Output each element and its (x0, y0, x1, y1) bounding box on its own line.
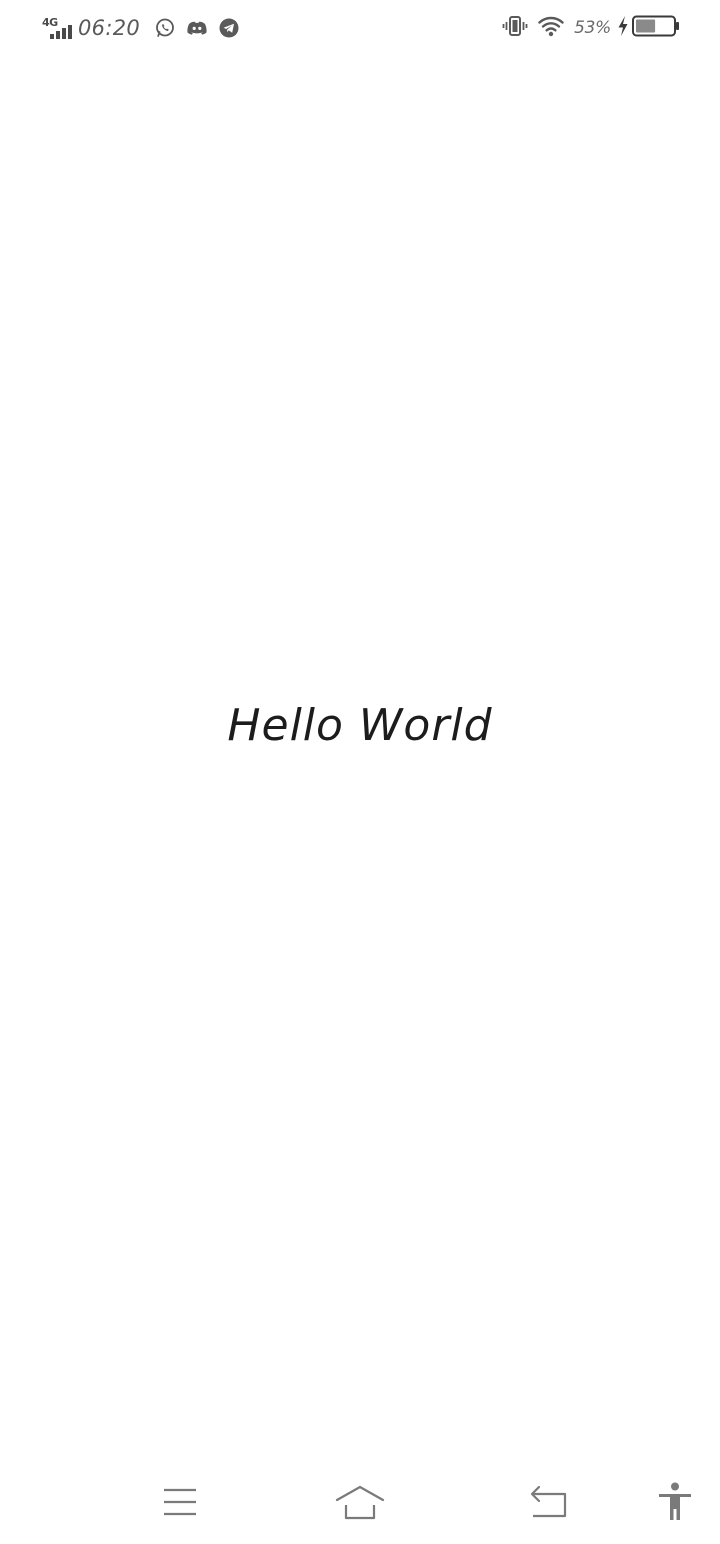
home-icon (335, 1485, 385, 1520)
hello-world-text: Hello World (227, 700, 493, 751)
wifi-icon (538, 15, 564, 41)
main-content: Hello World (0, 56, 720, 1460)
charging-bolt-icon (617, 15, 629, 41)
status-bar-left: 4G 06:20 (42, 14, 240, 42)
discord-icon (186, 17, 208, 39)
battery-percentage: 53% (574, 18, 611, 38)
accessibility-icon (659, 1482, 691, 1520)
menu-icon (164, 1488, 196, 1516)
back-button[interactable] (519, 1480, 579, 1524)
notification-icons (154, 17, 240, 39)
menu-button[interactable] (150, 1480, 210, 1524)
navigation-bar (0, 1460, 720, 1544)
clock: 06:20 (78, 16, 141, 40)
whatsapp-icon (154, 17, 176, 39)
status-bar: 4G 06:20 53% (0, 0, 720, 56)
screen: 4G 06:20 53% Hello World (0, 0, 720, 1544)
signal-bars-icon (50, 25, 72, 39)
status-bar-right: 53% (502, 14, 680, 42)
battery-indicator (617, 15, 680, 41)
vibrate-icon (502, 15, 528, 41)
accessibility-button[interactable] (645, 1480, 705, 1524)
telegram-icon (218, 17, 240, 39)
cellular-signal: 4G (42, 15, 76, 41)
home-button[interactable] (330, 1480, 390, 1524)
back-icon (530, 1485, 567, 1518)
battery-icon (632, 15, 680, 41)
